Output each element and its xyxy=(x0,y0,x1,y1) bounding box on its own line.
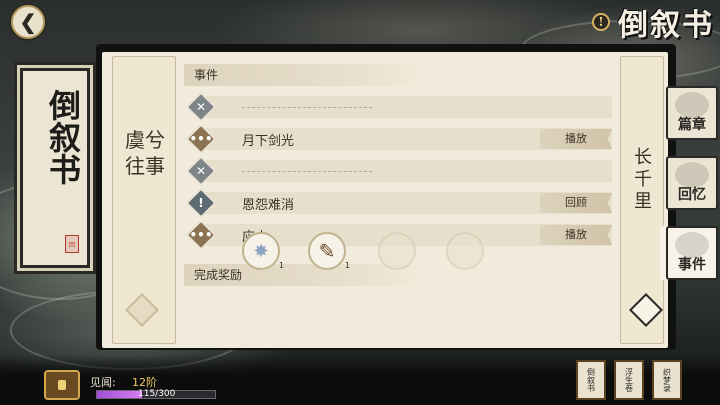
tab-chapters[interactable]: 篇章 xyxy=(666,86,718,140)
book-button-zhimeng[interactable]: 织梦录 xyxy=(652,360,682,400)
reward-qty: 1 xyxy=(278,261,284,270)
page-title: 倒叙书 xyxy=(618,8,714,43)
event-row[interactable]: ••• 月下剑光 播放 xyxy=(189,128,612,150)
event-row[interactable]: ! 恩怨难消 回顾 xyxy=(198,192,612,214)
book-button-fusheng[interactable]: 浮生卷 xyxy=(614,360,644,400)
events-section-header: 事件 xyxy=(184,64,424,86)
close-icon: ✕ xyxy=(188,94,214,120)
event-row[interactable]: ✕ xyxy=(196,160,612,182)
back-arrow-icon: ❮ xyxy=(11,5,45,39)
info-badge-icon[interactable]: ! xyxy=(592,13,610,31)
xp-progress-fill xyxy=(97,391,143,398)
xp-level: 12阶 xyxy=(132,376,157,389)
ellipsis-icon: ••• xyxy=(188,126,214,152)
header: ! 倒叙书 xyxy=(592,2,714,43)
tab-events[interactable]: 事件 xyxy=(666,226,718,280)
play-button[interactable]: 播放 xyxy=(540,225,612,245)
book-cover-title: 倒叙书 xyxy=(44,89,82,185)
book-button-daoxu[interactable]: 倒叙书 xyxy=(576,360,606,400)
back-button[interactable]: ❮ xyxy=(6,4,50,40)
xp-label: 见闻: xyxy=(90,376,116,389)
xp-progress-text: 115/300 xyxy=(138,389,176,399)
brush-icon[interactable]: ✎ 1 xyxy=(308,232,350,270)
chapter-left-title: 虞兮往事 xyxy=(125,128,165,178)
rewards-row: ✸ 1 ✎ 1 xyxy=(56,232,484,272)
reward-qty: 1 xyxy=(344,261,350,270)
empty-slot-icon xyxy=(446,232,484,270)
exclamation-icon: ! xyxy=(188,190,214,216)
locked-placeholder xyxy=(242,107,372,108)
review-button[interactable]: 回顾 xyxy=(540,193,612,213)
play-button[interactable]: 播放 xyxy=(540,129,612,149)
chapter-right-title: 长千里 xyxy=(634,147,652,212)
event-row[interactable]: ✕ xyxy=(196,96,612,118)
treasure-chest-icon[interactable] xyxy=(44,370,80,400)
tab-memories[interactable]: 回忆 xyxy=(666,156,718,210)
empty-slot-icon xyxy=(378,232,416,270)
events-content: 事件 ✕ ••• 月下剑光 播放 ✕ ! 恩怨难消 回顾 ••• 应由 播放 完… xyxy=(184,60,612,344)
snowflake-token-icon[interactable]: ✸ 1 xyxy=(242,232,284,270)
event-title: 月下剑光 xyxy=(242,133,295,149)
event-title: 恩怨难消 xyxy=(242,197,295,213)
locked-placeholder xyxy=(242,171,372,172)
close-icon: ✕ xyxy=(188,158,214,184)
